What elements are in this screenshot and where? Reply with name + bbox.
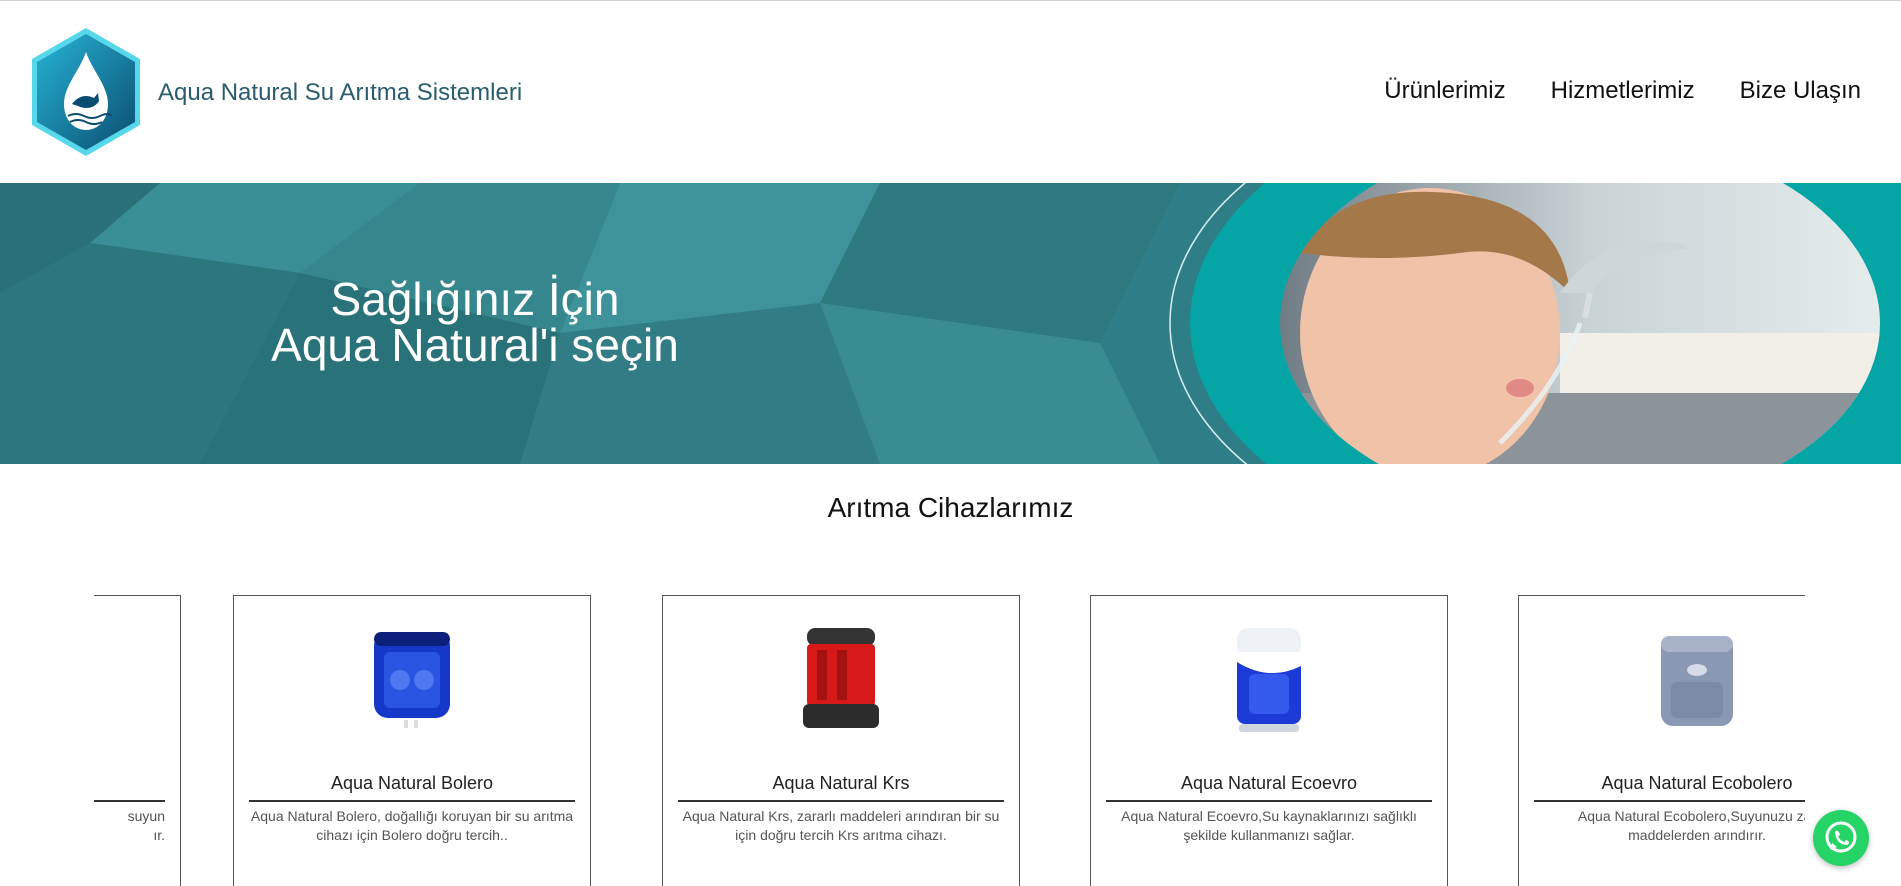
product-carousel[interactable]: suyun ır. Aqua Natural Bolero Aqua Natur…	[94, 595, 1805, 886]
product-image-krs	[803, 628, 879, 728]
product-desc: Aqua Natural Bolero, doğallığı koruyan b…	[250, 808, 574, 843]
nav-products[interactable]: Ürünlerimiz	[1384, 77, 1505, 105]
hero-line-2: Aqua Natural'i seçin	[271, 319, 679, 371]
product-image-bolero	[374, 632, 450, 728]
product-desc: suyun ır.	[127, 808, 165, 843]
product-name[interactable]: Aqua Natural Krs	[678, 773, 1004, 802]
product-desc: Aqua Natural Krs, zararlı maddeleri arın…	[682, 808, 1000, 843]
whatsapp-button[interactable]	[1813, 810, 1869, 866]
nav-contact[interactable]: Bize Ulaşın	[1740, 77, 1861, 105]
product-name	[94, 773, 165, 802]
product-desc: Aqua Natural Ecoevro,Su kaynaklarınızı s…	[1121, 808, 1417, 843]
site-header: Aqua Natural Su Arıtma Sistemleri Ürünle…	[0, 1, 1901, 183]
hero-banner: Sağlığınız İçin Aqua Natural'i seçin	[0, 183, 1901, 464]
product-card[interactable]: Aqua Natural Ecoevro Aqua Natural Ecoevr…	[1090, 595, 1448, 886]
logo-icon[interactable]	[28, 26, 144, 158]
main-nav: Ürünlerimiz Hizmetlerimiz Bize Ulaşın	[1384, 77, 1861, 105]
product-card[interactable]: suyun ır.	[94, 595, 181, 886]
whatsapp-icon	[1825, 821, 1857, 853]
product-name[interactable]: Aqua Natural Ecobolero	[1534, 773, 1805, 802]
child-drinking-photo	[1280, 183, 1880, 464]
brand-name[interactable]: Aqua Natural Su Arıtma Sistemleri	[158, 79, 522, 107]
product-card[interactable]: Aqua Natural Bolero Aqua Natural Bolero,…	[233, 595, 591, 886]
product-desc: Aqua Natural Ecobolero,Suyunuzu zar madd…	[1577, 808, 1805, 843]
hero-title: Sağlığınız İçin Aqua Natural'i seçin	[175, 276, 775, 368]
product-card[interactable]: Aqua Natural Ecobolero Aqua Natural Ecob…	[1518, 595, 1805, 886]
product-image-ecoevro	[1237, 628, 1301, 732]
nav-services[interactable]: Hizmetlerimiz	[1551, 77, 1695, 105]
product-name[interactable]: Aqua Natural Ecoevro	[1106, 773, 1432, 802]
hero-line-1: Sağlığınız İçin	[330, 273, 620, 325]
section-title: Arıtma Cihazlarımız	[827, 492, 1074, 523]
product-name[interactable]: Aqua Natural Bolero	[249, 773, 575, 802]
product-image-ecobolero	[1661, 636, 1733, 726]
product-card[interactable]: Aqua Natural Krs Aqua Natural Krs, zarar…	[662, 595, 1020, 886]
